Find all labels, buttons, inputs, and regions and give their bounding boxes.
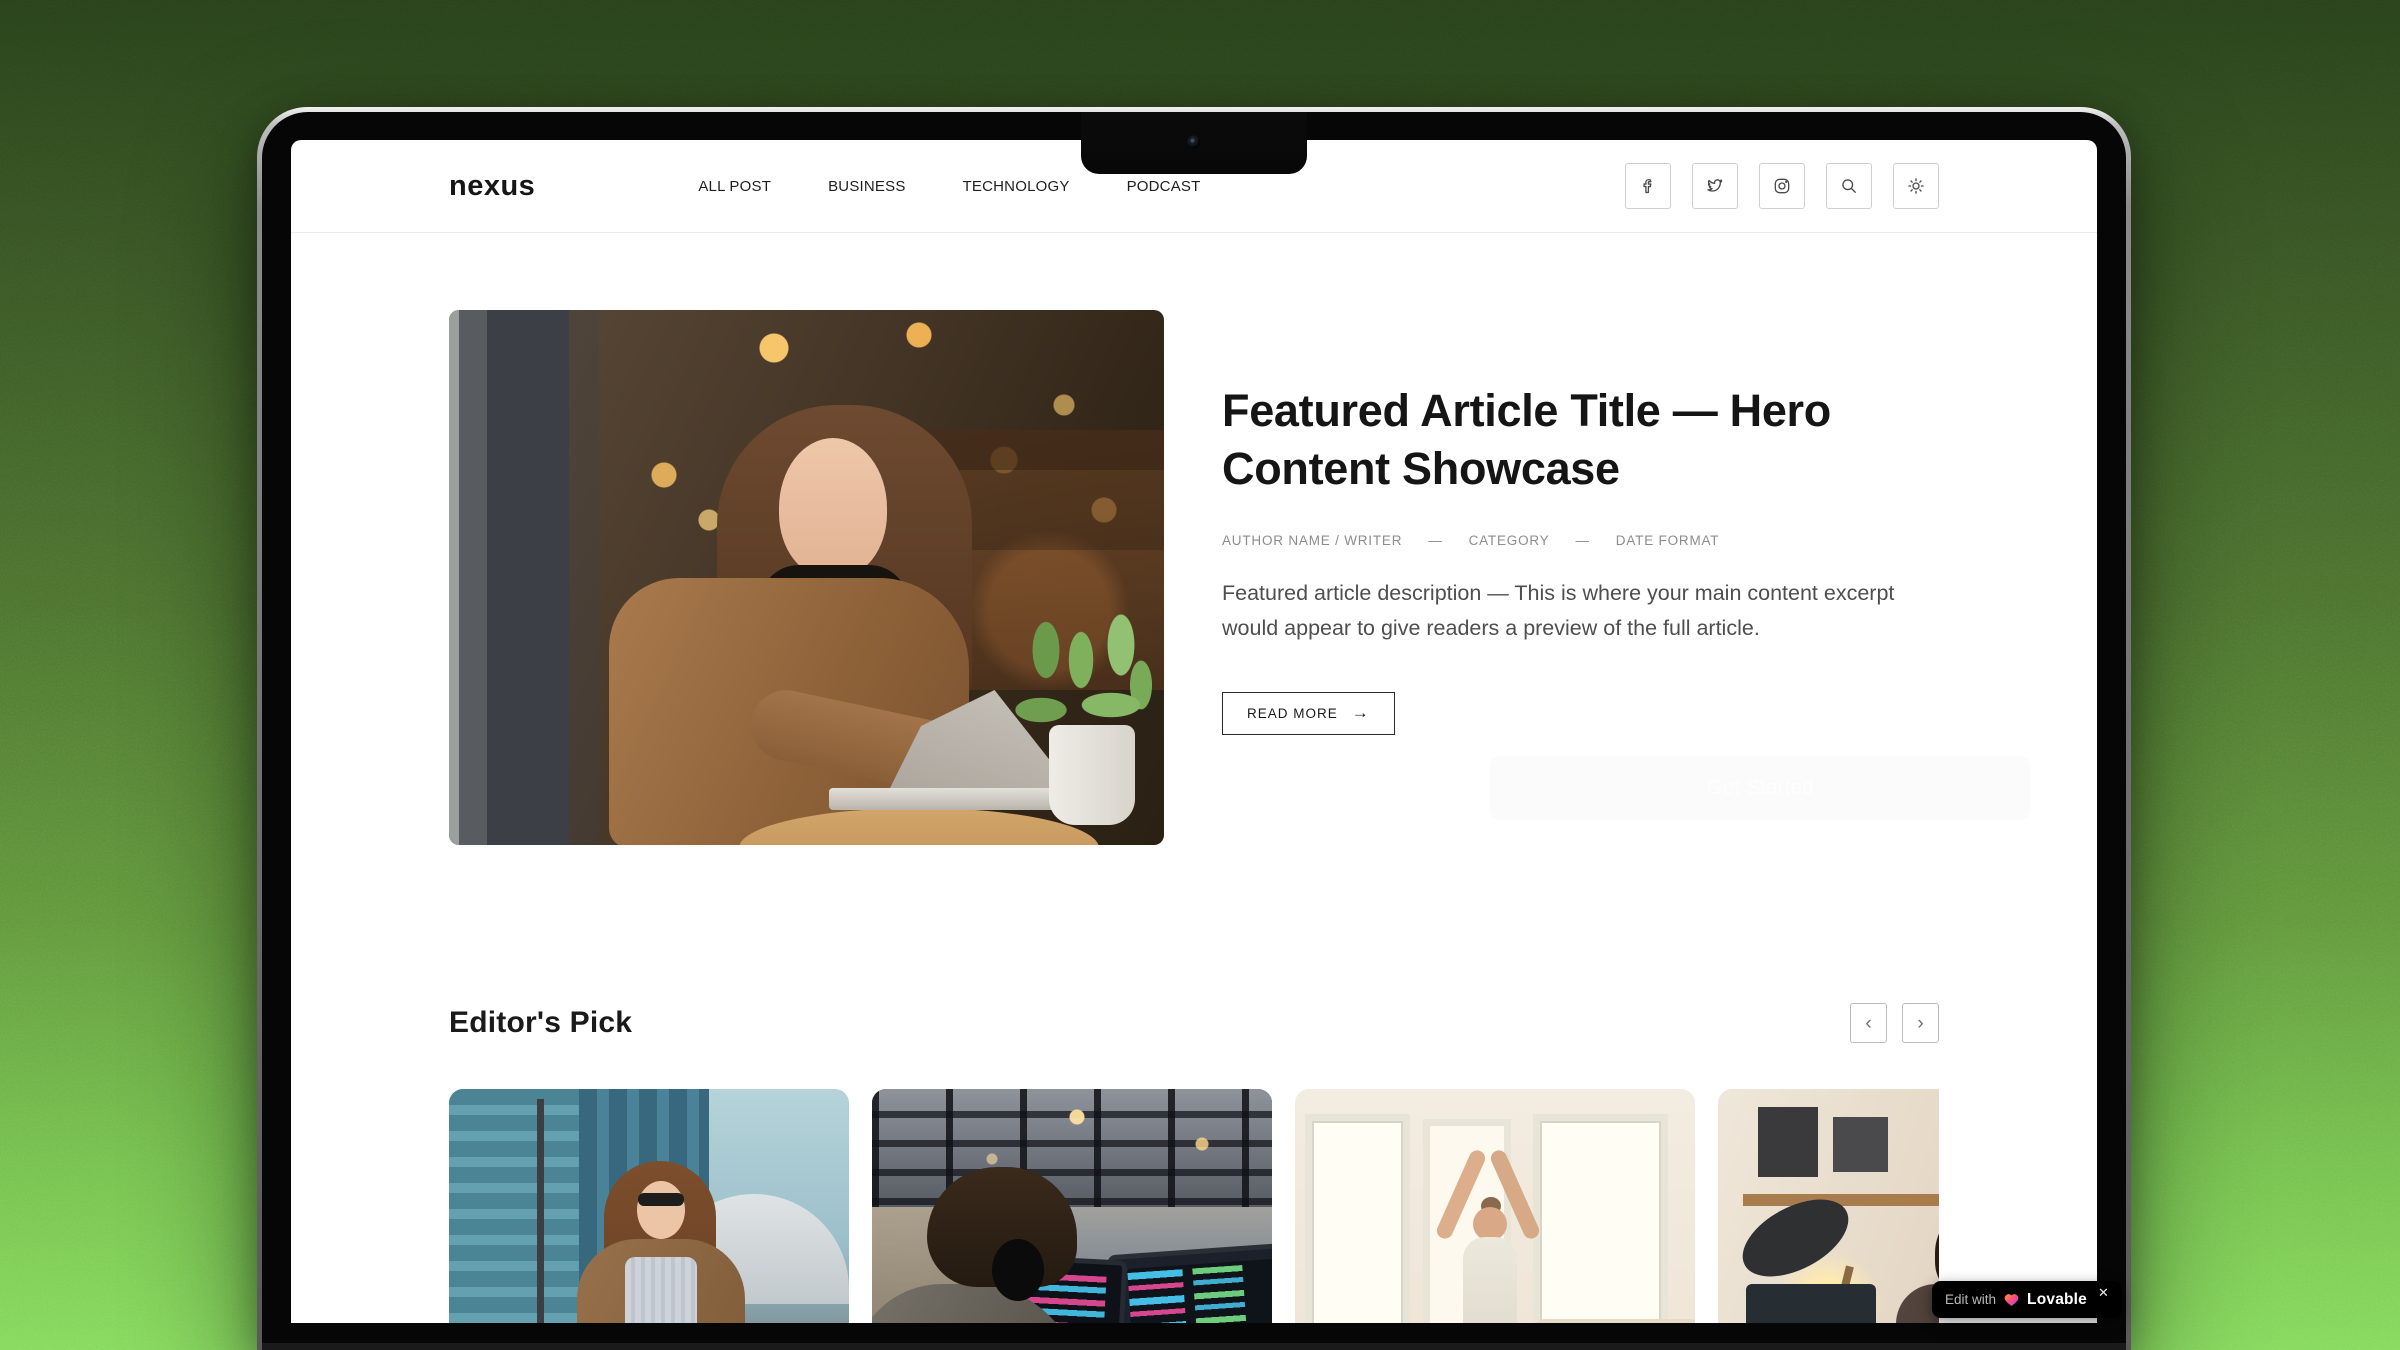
photo-detail: [1758, 1107, 1908, 1177]
instagram-icon: [1772, 176, 1792, 196]
facebook-icon: [1638, 176, 1658, 196]
nav-item-all-post[interactable]: ALL POST: [698, 178, 771, 195]
title-line-2: Content Showcase: [1222, 440, 1939, 498]
photo-detail: [1049, 725, 1135, 825]
meta-separator: —: [1428, 533, 1442, 548]
card-fashion-street[interactable]: [449, 1089, 849, 1323]
main-nav: ALL POST BUSINESS TECHNOLOGY PODCAST: [698, 178, 1200, 195]
read-more-label: READ MORE: [1247, 706, 1338, 721]
site-logo[interactable]: nexus: [449, 170, 535, 203]
photo-detail: [872, 1089, 1272, 1219]
carousel-next-button[interactable]: ›: [1902, 1003, 1939, 1043]
theme-toggle-button[interactable]: [1893, 163, 1939, 209]
laptop-mockup: nexus ALL POST BUSINESS TECHNOLOGY PODCA…: [257, 107, 2131, 1350]
laptop-base: [262, 1343, 2126, 1350]
photo-detail: [449, 1089, 599, 1323]
featured-article-image[interactable]: [449, 310, 1164, 845]
search-icon: [1839, 176, 1859, 196]
meta-category: CATEGORY: [1469, 533, 1550, 548]
arrow-right-icon: →: [1352, 703, 1370, 723]
badge-brand: Lovable: [2027, 1291, 2087, 1309]
facebook-button[interactable]: [1625, 163, 1671, 209]
badge-close-icon[interactable]: ✕: [2098, 1281, 2109, 1301]
editors-pick-carousel: [449, 1089, 1939, 1323]
photo-detail: [1533, 1114, 1668, 1323]
featured-article-text: Featured Article Title — HeroContent Sho…: [1222, 310, 1939, 845]
featured-article-title: Featured Article Title — HeroContent Sho…: [1222, 382, 1939, 497]
photo-detail: [992, 1239, 1044, 1301]
photo-detail: [1530, 1319, 1695, 1323]
nav-item-technology[interactable]: TECHNOLOGY: [963, 178, 1070, 195]
main-content: Featured Article Title — HeroContent Sho…: [449, 310, 1939, 1323]
card-home-yoga[interactable]: [1295, 1089, 1695, 1323]
theme-sun-icon: [1906, 176, 1926, 196]
editors-pick-section: Editor's Pick ‹ ›: [449, 1003, 1939, 1323]
photo-detail: [1746, 1284, 1876, 1323]
photo-detail: [625, 1257, 697, 1323]
card-developer-workstation[interactable]: [872, 1089, 1272, 1323]
article-description: Featured article description — This is w…: [1222, 576, 1939, 646]
photo-detail: [637, 1181, 685, 1239]
browser-screen: nexus ALL POST BUSINESS TECHNOLOGY PODCA…: [291, 140, 2097, 1323]
article-meta: AUTHOR NAME / WRITER — CATEGORY — DATE F…: [1222, 533, 1939, 548]
featured-article-section: Featured Article Title — HeroContent Sho…: [449, 310, 1939, 845]
photo-detail: [1107, 1243, 1272, 1323]
read-more-button[interactable]: READ MORE →: [1222, 692, 1395, 735]
social-buttons: [1625, 163, 1939, 209]
photo-detail: [1473, 1207, 1507, 1241]
lovable-heart-icon: [2003, 1291, 2020, 1308]
photo-detail: [1463, 1237, 1517, 1323]
meta-separator: —: [1575, 533, 1589, 548]
webcam-icon: [1188, 136, 1201, 149]
photo-detail: [638, 1193, 684, 1206]
photo-detail: [779, 438, 887, 578]
carousel-prev-button[interactable]: ‹: [1850, 1003, 1887, 1043]
nav-item-podcast[interactable]: PODCAST: [1127, 178, 1201, 195]
photo-detail: [829, 788, 1079, 810]
lovable-edit-badge[interactable]: Edit with Lovable ✕: [1932, 1281, 2122, 1318]
meta-author: AUTHOR NAME / WRITER: [1222, 533, 1402, 548]
meta-date: DATE FORMAT: [1616, 533, 1720, 548]
search-button[interactable]: [1826, 163, 1872, 209]
badge-prefix: Edit with: [1945, 1292, 1996, 1307]
laptop-notch: [1081, 112, 1307, 174]
title-line-1: Featured Article Title — Hero: [1222, 382, 1939, 440]
laptop-bezel: nexus ALL POST BUSINESS TECHNOLOGY PODCA…: [262, 112, 2126, 1350]
card-home-office[interactable]: [1718, 1089, 1939, 1323]
twitter-button[interactable]: [1692, 163, 1738, 209]
photo-detail: [537, 1099, 544, 1323]
photo-detail: [449, 310, 629, 845]
instagram-button[interactable]: [1759, 163, 1805, 209]
photo-detail: [1305, 1114, 1410, 1323]
carousel-controls: ‹ ›: [1850, 1003, 1939, 1043]
twitter-icon: [1705, 176, 1725, 196]
ghost-get-started-button: Get Started: [1490, 756, 2030, 820]
nav-item-business[interactable]: BUSINESS: [828, 178, 905, 195]
editors-pick-heading: Editor's Pick: [449, 1006, 632, 1040]
